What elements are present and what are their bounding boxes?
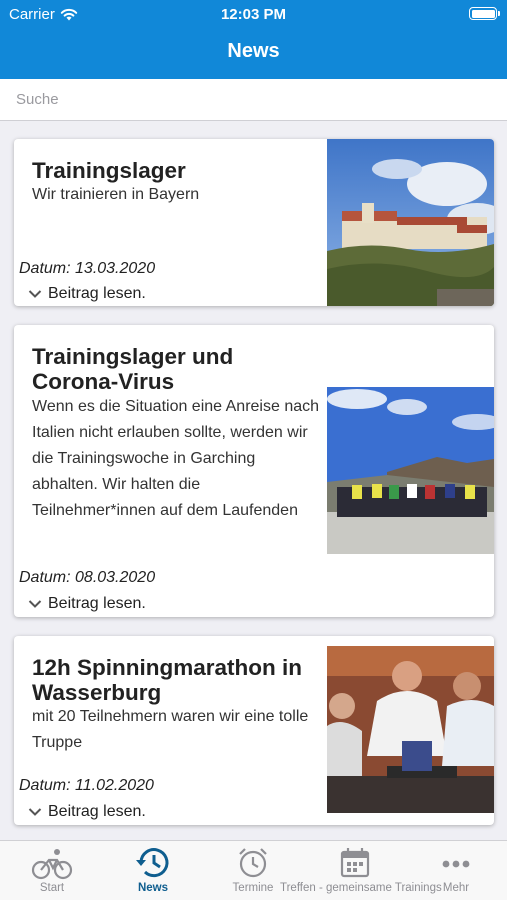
more-icon: [442, 860, 470, 868]
chevron-down-icon: [28, 290, 42, 298]
bicycle-icon: [31, 849, 73, 880]
battery-icon: [469, 7, 500, 20]
news-card[interactable]: 12h Spinningmarathon in Wasserburg mit 2…: [14, 636, 494, 825]
news-card-date: Datum: 08.03.2020: [19, 569, 156, 586]
status-time: 12:03 PM: [220, 6, 287, 23]
tab-bar: Start News Termine Treffen - gemeinsame …: [0, 840, 507, 900]
nav-header: Carrier 12:03 PM News: [0, 0, 507, 79]
spinning-class-photo[interactable]: [327, 646, 494, 813]
tab-label: News: [137, 882, 169, 894]
alarm-clock-icon: [239, 848, 267, 878]
history-icon: [136, 848, 169, 878]
tab-label: Treffen - gemeinsame Trainings: [280, 882, 442, 894]
chevron-down-icon: [28, 600, 42, 608]
news-card-date: Datum: 13.03.2020: [19, 260, 156, 277]
news-card[interactable]: Trainingslager und Corona-Virus Wenn es …: [14, 325, 494, 617]
news-card-text: mit 20 Teilnehmern waren wir eine tolle …: [32, 708, 309, 751]
news-card-title: Trainingslager: [32, 158, 186, 183]
news-card-title: Trainingslager und Corona-Virus: [32, 344, 234, 394]
cyclists-group-photo[interactable]: [327, 387, 494, 554]
page-title: News: [227, 40, 280, 62]
tab-news[interactable]: News: [130, 846, 176, 894]
tab-treffen[interactable]: Treffen - gemeinsame Trainings: [280, 846, 442, 894]
tab-mehr[interactable]: Mehr: [434, 846, 478, 894]
read-more-label: Beitrag lesen.: [48, 285, 146, 302]
news-card-text: Wenn es die Situation eine Anreise nach …: [32, 398, 320, 519]
chevron-down-icon: [28, 808, 42, 816]
calendar-icon: [340, 848, 370, 878]
tab-label: Mehr: [442, 882, 470, 894]
news-card-title: 12h Spinningmarathon in Wasserburg: [32, 655, 303, 705]
read-more-label: Beitrag lesen.: [48, 803, 146, 820]
tab-termine[interactable]: Termine: [228, 846, 278, 894]
read-more-link[interactable]: Beitrag lesen.: [28, 595, 146, 613]
read-more-link[interactable]: Beitrag lesen.: [28, 803, 146, 821]
tab-label: Termine: [232, 882, 274, 894]
castle-photo[interactable]: [327, 139, 494, 306]
news-card-text: Wir trainieren in Bayern: [32, 186, 200, 203]
search-input[interactable]: [16, 79, 496, 119]
tab-start[interactable]: Start: [30, 846, 74, 894]
search-bar: [0, 79, 507, 121]
read-more-label: Beitrag lesen.: [48, 595, 146, 612]
tab-label: Start: [39, 882, 65, 894]
status-bar: Carrier 12:03 PM: [0, 0, 507, 28]
read-more-link[interactable]: Beitrag lesen.: [28, 285, 146, 303]
news-card[interactable]: Trainingslager Wir trainieren in Bayern …: [14, 139, 494, 306]
news-card-date: Datum: 11.02.2020: [19, 777, 154, 794]
